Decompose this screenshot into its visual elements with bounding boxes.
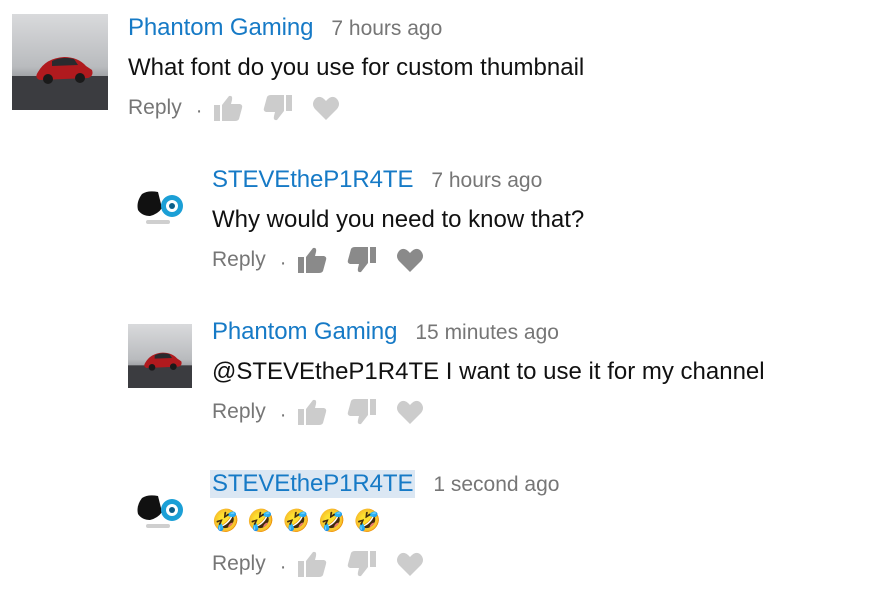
game-controller-avatar — [128, 174, 192, 238]
thumbs-down-icon[interactable] — [346, 245, 378, 275]
reply-button[interactable]: Reply — [128, 96, 182, 120]
thumbs-up-icon[interactable] — [296, 245, 328, 275]
thumbs-up-icon[interactable] — [296, 549, 328, 579]
comment-author[interactable]: Phantom Gaming — [212, 318, 397, 346]
thumbs-up-icon[interactable] — [212, 93, 244, 123]
thumbs-up-icon[interactable] — [296, 397, 328, 427]
avatar[interactable] — [128, 174, 192, 238]
comment-1: Phantom Gaming 7 hours ago What font do … — [0, 0, 880, 140]
avatar[interactable] — [128, 478, 192, 542]
comment-timestamp[interactable]: 7 hours ago — [331, 17, 442, 41]
comment-author[interactable]: STEVEtheP1R4TE — [212, 166, 413, 194]
thumbs-down-icon[interactable] — [346, 397, 378, 427]
heart-icon[interactable] — [312, 95, 340, 121]
game-controller-avatar — [128, 478, 192, 542]
reply-button[interactable]: Reply — [212, 552, 266, 576]
comment-timestamp[interactable]: 1 second ago — [433, 473, 559, 497]
comment-author[interactable]: STEVEtheP1R4TE — [210, 470, 416, 498]
separator-dot: · — [195, 99, 203, 122]
separator-dot: · — [279, 251, 287, 274]
heart-icon[interactable] — [396, 247, 424, 273]
comment-text: @STEVEtheP1R4TE I want to use it for my … — [212, 358, 765, 385]
comment-2: STEVEtheP1R4TE 7 hours ago Why would you… — [0, 152, 880, 292]
thumbs-down-icon[interactable] — [262, 93, 294, 123]
comment-4: STEVEtheP1R4TE 1 second ago 🤣🤣🤣🤣🤣 Reply … — [0, 456, 880, 596]
heart-icon[interactable] — [396, 551, 424, 577]
red-sports-car-avatar — [12, 14, 108, 110]
avatar[interactable] — [128, 324, 192, 388]
heart-icon[interactable] — [396, 399, 424, 425]
comment-text: What font do you use for custom thumbnai… — [128, 54, 585, 81]
separator-dot: · — [279, 403, 287, 426]
reply-button[interactable]: Reply — [212, 248, 266, 272]
red-sports-car-avatar — [128, 324, 192, 388]
thumbs-down-icon[interactable] — [346, 549, 378, 579]
comment-author[interactable]: Phantom Gaming — [128, 14, 313, 42]
comment-text: 🤣🤣🤣🤣🤣 — [212, 508, 389, 533]
separator-dot: · — [279, 555, 287, 578]
comment-timestamp[interactable]: 7 hours ago — [431, 169, 542, 193]
comment-3: Phantom Gaming 15 minutes ago @STEVEtheP… — [0, 304, 880, 444]
reply-button[interactable]: Reply — [212, 400, 266, 424]
comment-timestamp[interactable]: 15 minutes ago — [415, 321, 559, 345]
comment-text: Why would you need to know that? — [212, 206, 585, 233]
avatar[interactable] — [12, 14, 108, 110]
